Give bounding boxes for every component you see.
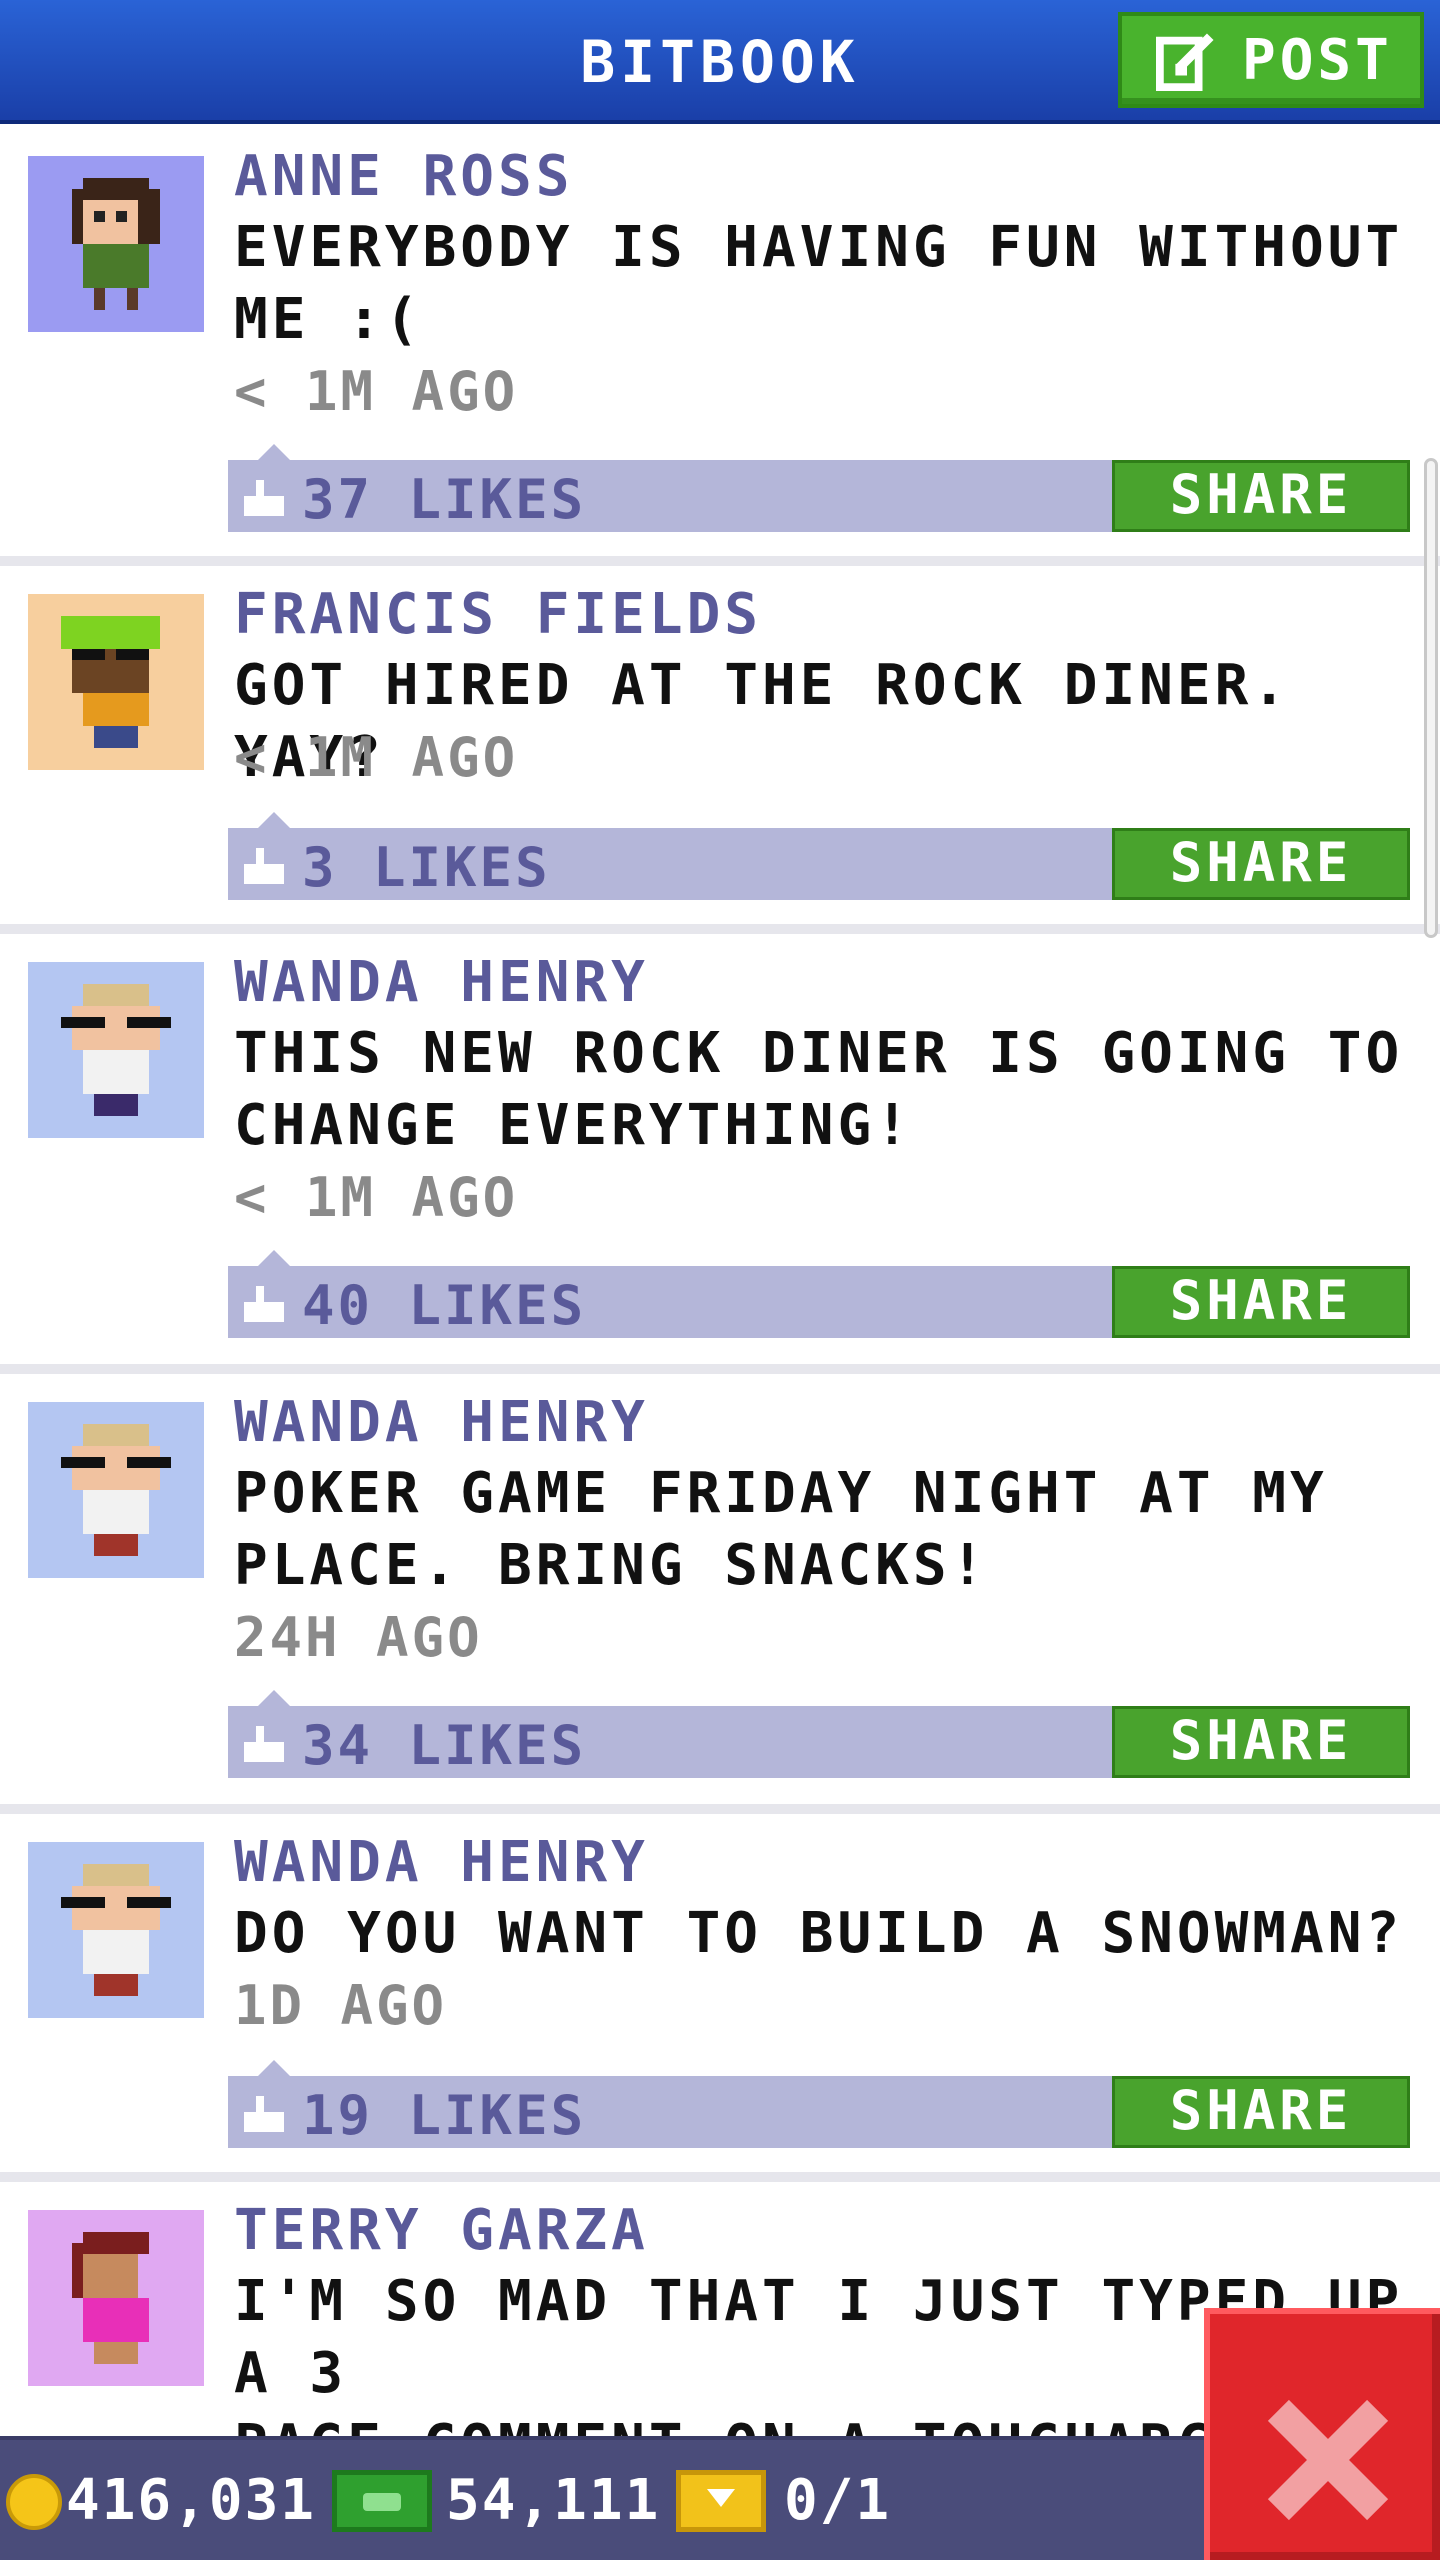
likes-count: 34 LIKES: [302, 1714, 587, 1777]
post-action-bar: 19 LIKES SHARE: [228, 2060, 1410, 2148]
tickets-count: 0/1: [784, 2468, 892, 2533]
divider: [0, 1364, 1440, 1374]
divider: [0, 924, 1440, 934]
cash-icon: [332, 2470, 432, 2532]
avatar-image: [28, 594, 204, 770]
likes-count: 3 LIKES: [302, 836, 551, 899]
post-button[interactable]: POST: [1118, 12, 1424, 108]
post-author[interactable]: ANNE ROSS: [234, 144, 573, 209]
bar-notch: [258, 2060, 290, 2076]
feed-post: ANNE ROSS EVERYBODY IS HAVING FUN WITHOU…: [0, 128, 1440, 556]
thumbs-up-icon[interactable]: [244, 480, 284, 516]
post-button-label: POST: [1242, 27, 1393, 93]
ticket-icon: [676, 2470, 766, 2532]
news-feed[interactable]: ANNE ROSS EVERYBODY IS HAVING FUN WITHOU…: [0, 128, 1440, 2436]
post-author[interactable]: WANDA HENRY: [234, 1390, 649, 1455]
message-line: CHANGE EVERYTHING!: [234, 1093, 913, 1158]
message-line: POKER GAME FRIDAY NIGHT AT MY: [234, 1461, 1328, 1526]
post-author[interactable]: FRANCIS FIELDS: [234, 582, 762, 647]
post-message: DO YOU WANT TO BUILD A SNOWMAN?: [234, 1898, 1414, 1970]
share-button[interactable]: SHARE: [1112, 828, 1410, 900]
cash-count: 54,111: [446, 2468, 661, 2533]
app-header: BITBOOK POST: [0, 0, 1440, 124]
post-action-bar: 3 LIKES SHARE: [228, 812, 1410, 900]
avatar-image: [28, 962, 204, 1138]
post-timestamp: < 1M AGO: [234, 360, 519, 423]
feed-post: WANDA HENRY DO YOU WANT TO BUILD A SNOWM…: [0, 1814, 1440, 2172]
feed-post: WANDA HENRY POKER GAME FRIDAY NIGHT AT M…: [0, 1374, 1440, 1804]
avatar[interactable]: [28, 156, 204, 332]
thumbs-up-icon[interactable]: [244, 1726, 284, 1762]
bar-notch: [258, 812, 290, 828]
avatar[interactable]: [28, 2210, 204, 2386]
post-action-bar: 34 LIKES SHARE: [228, 1690, 1410, 1778]
post-timestamp: < 1M AGO: [234, 1166, 519, 1229]
likes-count: 37 LIKES: [302, 468, 587, 531]
feed-post: WANDA HENRY THIS NEW ROCK DINER IS GOING…: [0, 934, 1440, 1364]
thumbs-up-icon[interactable]: [244, 1286, 284, 1322]
message-line: DO YOU WANT TO BUILD A SNOWMAN?: [234, 1901, 1404, 1966]
post-message: POKER GAME FRIDAY NIGHT AT MY PLACE. BRI…: [234, 1458, 1414, 1602]
share-button[interactable]: SHARE: [1112, 460, 1410, 532]
avatar-image: [28, 1402, 204, 1578]
divider: [0, 1804, 1440, 1814]
thumbs-up-icon[interactable]: [244, 848, 284, 884]
post-timestamp: < 1M AGO: [234, 726, 519, 789]
share-button[interactable]: SHARE: [1112, 1706, 1410, 1778]
likes-count: 19 LIKES: [302, 2084, 587, 2147]
message-line: PLACE. BRING SNACKS!: [234, 1533, 989, 1598]
avatar[interactable]: [28, 962, 204, 1138]
edit-icon: [1156, 33, 1214, 91]
post-author[interactable]: TERRY GARZA: [234, 2198, 649, 2263]
avatar-image: [28, 156, 204, 332]
avatar-image: [28, 1842, 204, 2018]
message-line: ME :(: [234, 287, 423, 352]
post-author[interactable]: WANDA HENRY: [234, 950, 649, 1015]
avatar[interactable]: [28, 594, 204, 770]
post-action-bar: 40 LIKES SHARE: [228, 1250, 1410, 1338]
bar-notch: [258, 444, 290, 460]
scrollbar-thumb[interactable]: [1424, 458, 1438, 938]
post-timestamp: 1D AGO: [234, 1974, 448, 2037]
post-message: THIS NEW ROCK DINER IS GOING TO CHANGE E…: [234, 1018, 1414, 1162]
post-timestamp: 24H AGO: [234, 1606, 483, 1669]
share-button[interactable]: SHARE: [1112, 1266, 1410, 1338]
message-line: THIS NEW ROCK DINER IS GOING TO: [234, 1021, 1404, 1086]
divider: [0, 2172, 1440, 2182]
close-icon: [1267, 2399, 1389, 2521]
close-button[interactable]: [1204, 2308, 1440, 2560]
post-action-bar: 37 LIKES SHARE: [228, 444, 1410, 532]
avatar[interactable]: [28, 1842, 204, 2018]
thumbs-up-icon[interactable]: [244, 2096, 284, 2132]
bar-notch: [258, 1690, 290, 1706]
bar-notch: [258, 1250, 290, 1266]
coin-icon: [6, 2474, 62, 2530]
avatar-image: [28, 2210, 204, 2386]
divider: [0, 556, 1440, 566]
likes-count: 40 LIKES: [302, 1274, 587, 1337]
message-line: EVERYBODY IS HAVING FUN WITHOUT: [234, 215, 1404, 280]
share-button[interactable]: SHARE: [1112, 2076, 1410, 2148]
post-message: EVERYBODY IS HAVING FUN WITHOUT ME :(: [234, 212, 1414, 356]
coins-count: 416,031: [66, 2468, 317, 2533]
post-author[interactable]: WANDA HENRY: [234, 1830, 649, 1895]
avatar[interactable]: [28, 1402, 204, 1578]
feed-post: FRANCIS FIELDS GOT HIRED AT THE ROCK DIN…: [0, 566, 1440, 924]
